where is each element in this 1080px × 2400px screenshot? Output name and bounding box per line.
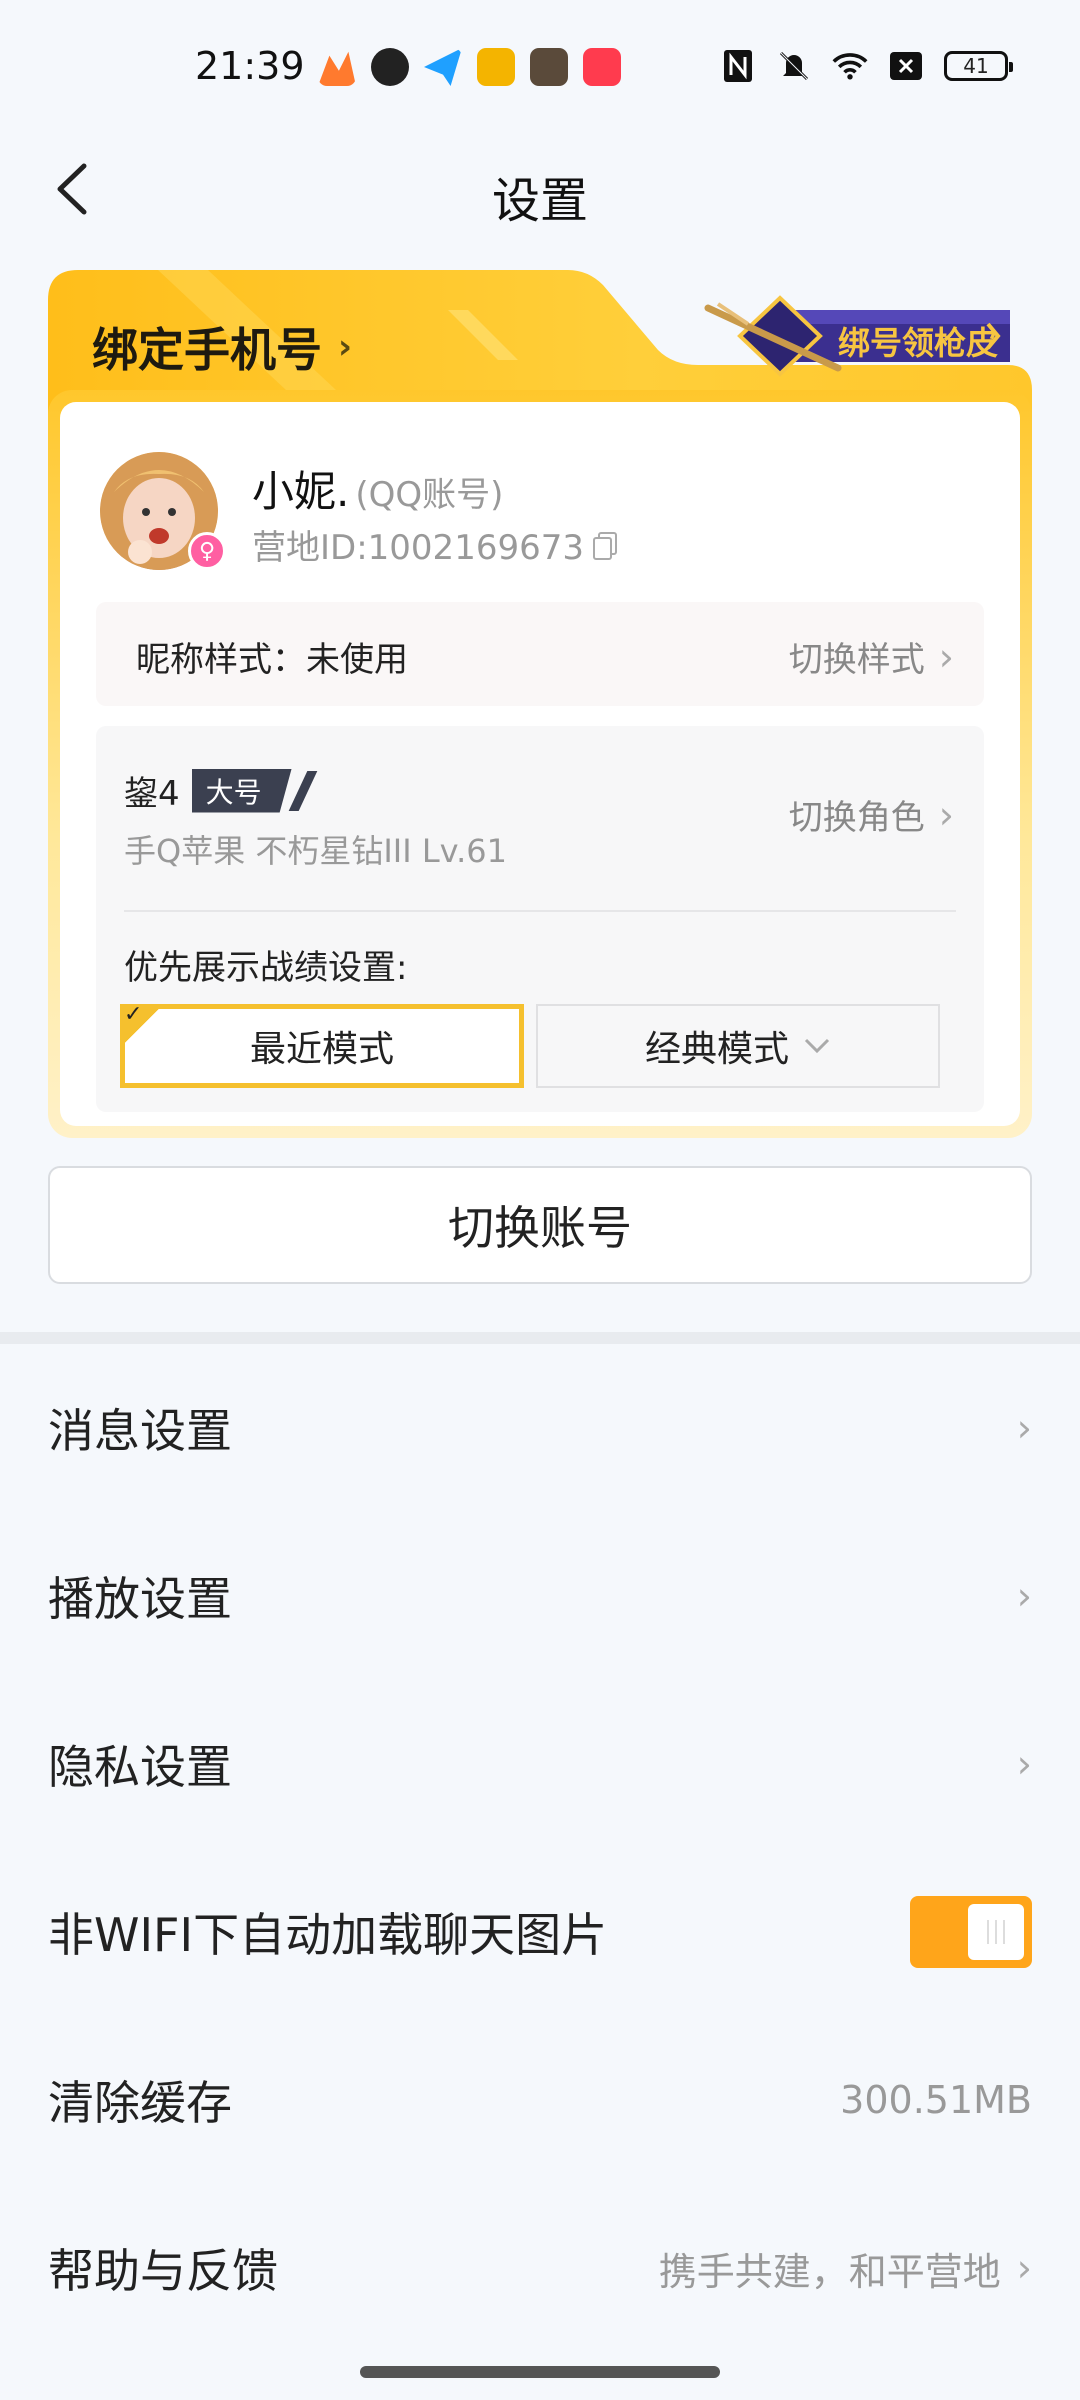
settings-item-message[interactable]: 消息设置 › [0,1344,1080,1512]
app-icon-4 [477,48,515,86]
mute-icon [776,48,812,84]
help-subtitle: 携手共建，和平营地 [658,2249,1001,2294]
record-pref-label: 优先展示战绩设置: [124,948,408,988]
chevron-right-icon: › [1016,1574,1032,1618]
user-name-line: 小妮. (QQ账号) [252,458,503,519]
switch-account-button[interactable]: 切换账号 [48,1166,1032,1284]
settings-item-right [910,1896,1032,1968]
switch-style-button[interactable]: 切换样式 › [789,632,954,681]
user-id: 营地ID:1002169673 [252,528,584,568]
settings-item-right: 300.51MB [840,2078,1032,2122]
bind-phone-label: 绑定手机号 [92,323,322,377]
settings-item-label: 消息设置 [48,1404,232,1458]
switch-role-label: 切换角色 [788,798,925,838]
settings-item-label: 清除缓存 [48,2076,232,2130]
role-name: 鋆4 [124,774,180,814]
battery-indicator: 41 [944,51,1013,81]
role-tag-decoration [288,770,317,811]
settings-item-clear-cache[interactable]: 清除缓存 300.51MB [0,2016,1080,2184]
classic-mode-dropdown[interactable]: 经典模式 [536,1004,940,1088]
app-icon-5 [530,48,568,86]
copy-icon[interactable] [592,530,618,560]
chevron-right-icon: › [1016,1406,1032,1450]
settings-item-help[interactable]: 帮助与反馈 携手共建，和平营地 › [0,2184,1080,2352]
app-icon-1 [318,51,356,86]
settings-item-label: 隐私设置 [48,1740,232,1794]
app-icon-3 [424,48,462,86]
bind-phone-link[interactable]: 绑定手机号 › [92,314,352,380]
switch-style-label: 切换样式 [788,640,925,680]
role-tag: 大号 [191,768,292,813]
status-system-icons: 41 [720,48,1013,84]
divider [124,910,956,912]
home-indicator[interactable] [360,2366,720,2378]
chevron-right-icon: › [938,792,954,837]
check-icon: ✓ [120,1002,164,1048]
settings-item-playback[interactable]: 播放设置 › [0,1512,1080,1680]
role-panel: 鋆4 大号 手Q苹果 不朽星钻III Lv.61 切换角色 › 优先展示战绩设置… [96,726,984,1112]
card-body: ♀ 小妮. (QQ账号) 营地ID:1002169673 昵称样式：未使用 切换样… [48,390,1032,1138]
settings-item-right: › [1017,1574,1032,1618]
chevron-down-icon [804,1038,830,1054]
female-icon: ♀ [188,532,226,570]
wifi-icon [832,48,868,84]
user-id-line: 营地ID:1002169673 [252,520,618,569]
app-icon-6 [583,48,621,86]
nfc-icon [720,48,756,84]
app-icon-2 [371,48,409,86]
nav-bar: 设置 [0,135,1080,245]
chevron-right-icon: › [1016,2246,1032,2290]
settings-item-right: › [1017,1742,1032,1786]
switch-role-button[interactable]: 切换角色 › [789,790,954,839]
classic-mode-label: 经典模式 [644,1029,789,1070]
status-time: 21:39 [195,44,305,88]
settings-item-privacy[interactable]: 隐私设置 › [0,1680,1080,1848]
bind-reward-button[interactable]: 绑号领枪皮 [688,288,1018,388]
recent-mode-button[interactable]: ✓ 最近模式 [120,1002,524,1088]
section-divider [0,1332,1080,1344]
chevron-right-icon: › [938,634,954,679]
settings-item-label: 播放设置 [48,1572,232,1626]
status-bar: 21:39 41 [0,0,1080,130]
settings-item-right: › [1017,1406,1032,1450]
autoload-images-toggle[interactable] [910,1896,1032,1968]
recent-mode-label: 最近模式 [249,1029,394,1070]
nickname-style-row[interactable]: 昵称样式：未使用 切换样式 › [96,602,984,706]
page-title: 设置 [491,173,588,229]
bind-reward-label: 绑号领枪皮 [838,324,999,362]
status-app-icons [318,48,621,86]
profile-panel: ♀ 小妮. (QQ账号) 营地ID:1002169673 昵称样式：未使用 切换样… [60,402,1020,1126]
account-card: 绑定手机号 › 绑号领枪皮 ♀ 小妮. (QQ账号) 营地ID:10021696… [48,270,1032,1140]
settings-item-right: 携手共建，和平营地 › [659,2241,1032,2296]
chevron-right-icon: › [338,327,353,367]
settings-item-autoload-images: 非WIFI下自动加载聊天图片 [0,1848,1080,2016]
role-details: 手Q苹果 不朽星钻III Lv.61 [124,832,508,870]
settings-list: 消息设置 › 播放设置 › 隐私设置 › 非WIFI下自动加载聊天图片 清除缓存… [0,1344,1080,2352]
toggle-knob [968,1904,1024,1960]
user-name: 小妮. [252,467,350,516]
role-name-line: 鋆4 大号 [124,766,317,815]
chevron-right-icon: › [1016,1742,1032,1786]
cache-size: 300.51MB [840,2078,1032,2122]
account-type: (QQ账号) [355,475,504,515]
settings-item-label: 帮助与反馈 [48,2244,278,2298]
signal-off-icon [888,48,924,84]
settings-item-label: 非WIFI下自动加载聊天图片 [48,1908,608,1962]
nickname-style-label: 昵称样式：未使用 [136,640,408,680]
